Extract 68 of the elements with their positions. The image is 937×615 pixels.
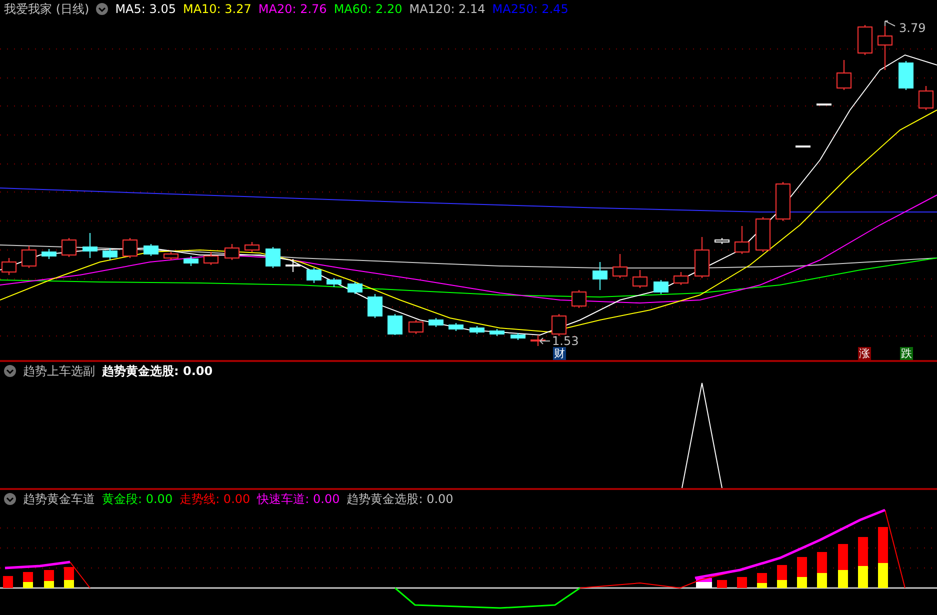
candlestick (674, 272, 688, 286)
candlestick (286, 258, 300, 272)
candlestick (244, 242, 260, 252)
low-price-label: 1.53 (552, 335, 579, 347)
collapse-icon[interactable] (96, 3, 108, 15)
collapse-icon[interactable] (4, 365, 16, 377)
candlestick (552, 314, 566, 336)
high-price-label: 3.79 (899, 22, 926, 34)
indicator-title: 趋势上车选副 (23, 362, 95, 380)
candlestick (776, 182, 790, 222)
candlestick (144, 244, 158, 256)
candlestick (348, 282, 362, 294)
candlestick (266, 246, 280, 268)
candlestick (756, 216, 770, 252)
candlestick (82, 232, 98, 258)
candlestick (734, 226, 750, 254)
candlestick (326, 278, 342, 288)
indicator-value: 趋势黄金选股: 0.00 (346, 490, 454, 508)
ma-legend-label: MA60: 2.20 (334, 2, 402, 16)
candlestick (42, 248, 56, 260)
candlestick (184, 256, 198, 266)
candlestick (878, 24, 892, 70)
candlestick (368, 294, 382, 318)
candlestick (612, 254, 628, 278)
candlestick (572, 290, 586, 308)
candlestick (62, 238, 76, 258)
signal-marker: 财 (553, 347, 566, 360)
signal-marker: 跌 (900, 347, 913, 360)
collapse-icon[interactable] (4, 493, 16, 505)
candlestick (918, 86, 934, 110)
ma-legend-label: MA20: 2.76 (258, 2, 327, 16)
chart-title: 我爱我家 (日线) (4, 0, 90, 18)
candlestick (632, 270, 648, 288)
candlestick (408, 320, 424, 334)
candlestick (510, 332, 526, 340)
indicator-value: 趋势黄金选股: 0.00 (102, 362, 213, 380)
candlestick (694, 236, 710, 278)
candlestick (470, 326, 484, 334)
indicator-title: 趋势黄金车道 (23, 490, 95, 508)
candlestick (654, 280, 668, 294)
candlestick (224, 244, 240, 260)
ma-legend-label: MA5: 3.05 (115, 2, 176, 16)
candlestick (898, 60, 914, 90)
candlestick (122, 238, 138, 258)
arrow-icon (539, 337, 551, 345)
candlestick (592, 262, 608, 290)
arrow-icon (884, 20, 896, 28)
ma-legend-label: MA120: 2.14 (409, 2, 486, 16)
candlestick (102, 248, 118, 260)
candlestick (306, 268, 322, 284)
candlestick (490, 328, 504, 336)
indicator-value: 走势线: 0.00 (180, 490, 250, 508)
candlestick (530, 334, 546, 346)
candlestick (796, 146, 810, 148)
candlestick (816, 104, 832, 106)
candlestick (164, 252, 178, 260)
candlestick (388, 314, 402, 336)
candlestick (448, 322, 464, 332)
candlestick (836, 60, 852, 90)
signal-marker: 涨 (858, 347, 871, 360)
indicator-value: 快速车道: 0.00 (257, 490, 340, 508)
candlestick (428, 318, 444, 328)
candlestick (858, 24, 872, 56)
indicator-value: 黄金段: 0.00 (102, 490, 173, 508)
ma-legend-label: MA10: 3.27 (182, 2, 252, 16)
candlestick (22, 246, 36, 268)
ma-legend-label: MA250: 2.45 (492, 2, 568, 16)
candlestick (204, 252, 218, 266)
